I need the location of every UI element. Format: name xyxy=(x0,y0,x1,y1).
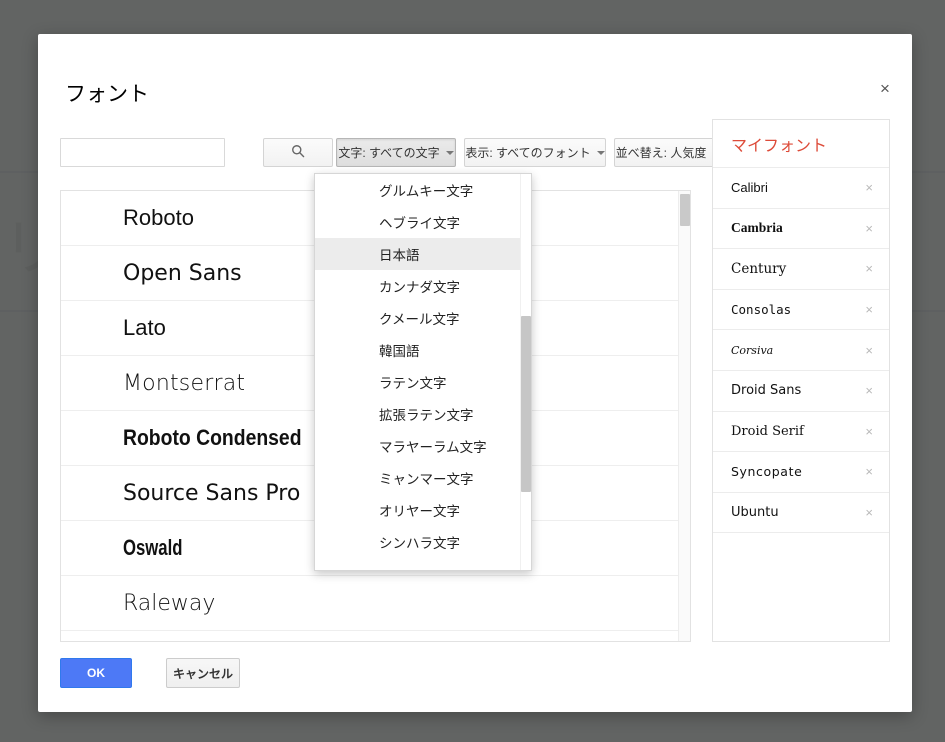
display-filter-label: 表示: すべてのフォント xyxy=(465,146,591,160)
remove-font-icon[interactable]: × xyxy=(865,505,873,520)
chevron-down-icon xyxy=(596,150,605,155)
my-font-name: Corsiva xyxy=(731,343,774,357)
my-fonts-title: マイフォント xyxy=(731,137,828,155)
chevron-down-icon xyxy=(445,150,454,155)
my-font-item[interactable]: Calibri × xyxy=(713,167,889,208)
remove-font-icon[interactable]: × xyxy=(865,343,873,358)
font-name: Oswald xyxy=(123,535,183,560)
dropdown-item[interactable]: ミャンマー文字 xyxy=(315,462,531,494)
script-filter-dropdown[interactable]: 文字: すべての文字 xyxy=(336,138,456,167)
my-font-item[interactable]: Droid Serif × xyxy=(713,410,889,452)
my-font-item[interactable]: Cambria × xyxy=(713,207,889,249)
display-filter-dropdown[interactable]: 表示: すべてのフォント xyxy=(464,138,606,167)
my-font-name: Ubuntu xyxy=(731,505,779,521)
dropdown-item[interactable]: シンハラ文字 xyxy=(315,526,531,558)
my-font-item[interactable]: Droid Sans × xyxy=(713,369,889,411)
my-font-name: Syncopate xyxy=(731,464,803,480)
dropdown-item[interactable]: ラテン文字 xyxy=(315,366,531,398)
dropdown-item-label: ラテン文字 xyxy=(379,376,447,391)
dropdown-item-label: ヘブライ文字 xyxy=(379,216,460,231)
font-name: Lato xyxy=(123,315,166,340)
dropdown-item-label: カンナダ文字 xyxy=(379,280,460,295)
script-dropdown-menu[interactable]: グルムキー文字 ヘブライ文字 日本語 カンナダ文字 クメール文字 韓国語 ラテン… xyxy=(314,173,532,571)
dropdown-item-label: 日本語 xyxy=(379,248,420,263)
font-name: Montserrat xyxy=(123,370,246,396)
my-font-item[interactable]: Corsiva × xyxy=(713,329,889,370)
dropdown-item-selected[interactable]: 日本語 xyxy=(315,238,531,270)
page-title: フォント xyxy=(65,83,149,106)
font-name: Roboto xyxy=(123,205,194,230)
my-font-name: Droid Serif xyxy=(731,423,804,439)
my-font-item[interactable]: Ubuntu × xyxy=(713,491,889,533)
my-font-name: Consolas xyxy=(731,302,792,318)
font-name: Roboto Condensed xyxy=(123,425,302,450)
search-input[interactable] xyxy=(60,138,225,167)
dropdown-item[interactable]: クメール文字 xyxy=(315,302,531,334)
remove-font-icon[interactable]: × xyxy=(865,221,873,236)
my-font-item[interactable]: Consolas × xyxy=(713,288,889,330)
font-name: Source Sans Pro xyxy=(123,480,301,506)
dropdown-item-label: ミャンマー文字 xyxy=(379,472,474,487)
scrollbar-thumb[interactable] xyxy=(680,194,690,226)
dropdown-item-label: クメール文字 xyxy=(379,312,460,327)
dropdown-item-label: オリヤー文字 xyxy=(379,504,460,519)
dropdown-item[interactable]: 拡張ラテン文字 xyxy=(315,398,531,430)
remove-font-icon[interactable]: × xyxy=(865,383,873,398)
my-fonts-panel: マイフォント Calibri × Cambria × Century × Con… xyxy=(712,119,890,642)
dropdown-item-label: グルムキー文字 xyxy=(379,184,474,199)
font-name: Open Sans xyxy=(123,260,242,286)
dropdown-item-label: 拡張ラテン文字 xyxy=(379,408,474,423)
search-icon xyxy=(291,144,305,161)
cancel-button[interactable]: キャンセル xyxy=(166,658,240,688)
search-button[interactable] xyxy=(263,138,333,167)
remove-font-icon[interactable]: × xyxy=(865,261,873,276)
dropdown-item[interactable]: カンナダ文字 xyxy=(315,270,531,302)
remove-font-icon[interactable]: × xyxy=(865,424,873,439)
my-font-item[interactable]: Syncopate × xyxy=(713,451,889,492)
sort-filter-label: 並べ替え: 人気度 xyxy=(615,146,707,160)
dropdown-item[interactable]: マラヤーラム文字 xyxy=(315,430,531,462)
dropdown-item[interactable]: グルムキー文字 xyxy=(315,174,531,206)
my-fonts-empty-area xyxy=(713,532,889,652)
remove-font-icon[interactable]: × xyxy=(865,180,873,195)
font-list-scrollbar[interactable] xyxy=(678,191,690,641)
sort-filter-dropdown[interactable]: 並べ替え: 人気度 xyxy=(614,138,722,167)
script-filter-label: 文字: すべての文字 xyxy=(338,146,440,160)
remove-font-icon[interactable]: × xyxy=(865,464,873,479)
scrollbar-thumb[interactable] xyxy=(521,316,531,492)
dropdown-item-label: 韓国語 xyxy=(379,344,420,359)
dropdown-item[interactable]: ヘブライ文字 xyxy=(315,206,531,238)
dropdown-item-label: シンハラ文字 xyxy=(379,536,460,551)
my-font-name: Century xyxy=(731,260,787,277)
font-name: Raleway xyxy=(123,590,216,616)
my-font-name: Calibri xyxy=(731,180,768,196)
dropdown-item-label: マラヤーラム文字 xyxy=(379,440,487,455)
dropdown-item[interactable]: 韓国語 xyxy=(315,334,531,366)
close-icon[interactable]: × xyxy=(872,76,898,102)
dropdown-scrollbar[interactable] xyxy=(520,174,531,570)
dropdown-item[interactable]: オリヤー文字 xyxy=(315,494,531,526)
ok-button[interactable]: OK xyxy=(60,658,132,688)
remove-font-icon[interactable]: × xyxy=(865,302,873,317)
my-font-name: Cambria xyxy=(731,220,783,236)
font-list-item[interactable]: Raleway xyxy=(61,576,690,631)
my-font-name: Droid Sans xyxy=(731,383,802,399)
my-font-item[interactable]: Century × xyxy=(713,248,889,289)
